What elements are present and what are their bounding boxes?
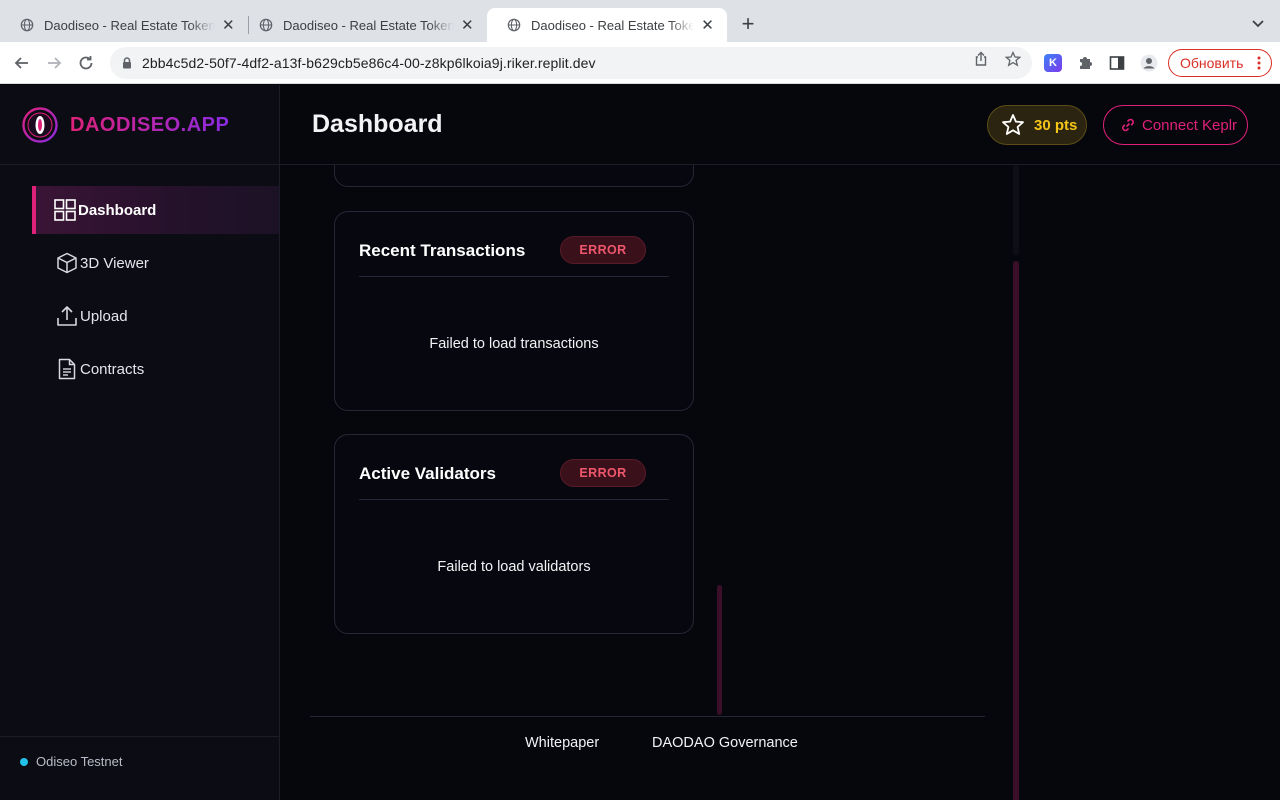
reload-button[interactable] (75, 52, 97, 74)
close-icon[interactable]: ✕ (700, 17, 715, 34)
update-browser-button[interactable]: Обновить (1168, 49, 1272, 77)
network-status: Odiseo Testnet (0, 736, 279, 800)
document-icon (58, 358, 76, 380)
network-label: Odiseo Testnet (36, 754, 123, 769)
close-icon[interactable]: ✕ (460, 17, 476, 34)
keplr-extension-icon[interactable]: K (1044, 54, 1062, 72)
browser-tab-2[interactable]: Daodiseo - Real Estate Tokenization ✕ (239, 8, 487, 42)
browser-tabstrip: Daodiseo - Real Estate Tokenization ✕ Da… (0, 0, 1280, 42)
card-title: Recent Transactions (359, 241, 526, 260)
main-content: Recent Transactions ERROR Failed to load… (280, 165, 1280, 800)
scrollbar-track (1013, 165, 1019, 255)
address-bar[interactable]: 2bb4c5d2-50f7-4df2-a13f-b629cb5e86c4-00-… (110, 47, 1032, 79)
card-title: Active Validators (359, 464, 497, 483)
share-icon[interactable] (973, 51, 989, 67)
update-label: Обновить (1180, 55, 1244, 71)
lock-icon (123, 57, 131, 69)
reload-icon (79, 56, 93, 70)
star-icon[interactable] (1005, 51, 1021, 67)
error-message: Failed to load validators (437, 559, 591, 575)
tab-title: Daodiseo - Real Estate Tokenization (283, 17, 454, 33)
chevron-down-icon[interactable] (1248, 14, 1268, 34)
browser-tab-3-active[interactable]: Daodiseo - Real Estate Tokenization ✕ (487, 8, 727, 42)
browser-tab-1[interactable]: Daodiseo - Real Estate Tokenization ✕ (0, 8, 248, 42)
card-partial-above (334, 165, 694, 187)
upload-icon (57, 306, 77, 326)
close-icon[interactable]: ✕ (221, 17, 237, 34)
globe-icon (259, 18, 273, 32)
network-status-dot (20, 758, 28, 766)
new-tab-button[interactable]: + (736, 13, 760, 36)
connect-keplr-button[interactable]: Connect Keplr (1103, 105, 1248, 145)
footer-link-daodao-governance[interactable]: DAODAO Governance (652, 735, 798, 751)
footer-link-whitepaper[interactable]: Whitepaper (525, 735, 599, 751)
puzzle-icon[interactable] (1077, 55, 1093, 71)
status-badge: ERROR (560, 459, 646, 487)
star-icon (1002, 114, 1024, 135)
active-validators-card: Active Validators ERROR Failed to load v… (334, 434, 694, 634)
side-panel-icon[interactable] (1109, 55, 1125, 71)
top-header: Dashboard 30 pts Connect Keplr (280, 85, 1280, 165)
sidebar-item-label: Dashboard (78, 201, 157, 219)
sidebar: DAODISEO.APP Dashboard 3D Viewer Upload … (0, 85, 280, 800)
sidebar-item-upload[interactable]: Upload (32, 292, 279, 340)
page-scrollbar-thumb[interactable] (1013, 261, 1019, 800)
cube-icon (57, 252, 77, 274)
grid-icon (54, 199, 76, 221)
footer-divider (310, 716, 985, 717)
error-message: Failed to load transactions (429, 336, 599, 352)
url-text: 2bb4c5d2-50f7-4df2-a13f-b629cb5e86c4-00-… (142, 55, 596, 71)
tab-title: Daodiseo - Real Estate Tokenization (44, 17, 215, 33)
kebab-menu-icon (1257, 56, 1261, 70)
sidebar-item-3d-viewer[interactable]: 3D Viewer (32, 239, 279, 287)
globe-icon (507, 18, 521, 32)
globe-icon (20, 18, 34, 32)
brand[interactable]: DAODISEO.APP (0, 85, 279, 165)
sidebar-item-contracts[interactable]: Contracts (32, 345, 279, 393)
forward-button[interactable] (43, 52, 65, 74)
recent-transactions-card: Recent Transactions ERROR Failed to load… (334, 211, 694, 411)
browser-toolbar: 2bb4c5d2-50f7-4df2-a13f-b629cb5e86c4-00-… (0, 42, 1280, 84)
sidebar-item-dashboard[interactable]: Dashboard (32, 186, 279, 234)
connect-label: Connect Keplr (1142, 116, 1238, 134)
status-badge: ERROR (560, 236, 646, 264)
arrow-right-icon (48, 57, 62, 69)
sidebar-item-label: 3D Viewer (80, 254, 149, 272)
inner-scrollbar-thumb[interactable] (717, 585, 722, 715)
page-title: Dashboard (312, 110, 443, 138)
sidebar-item-label: Contracts (80, 360, 145, 378)
link-icon (1122, 118, 1134, 132)
points-badge[interactable]: 30 pts (987, 105, 1087, 145)
daodiseo-logo-icon (22, 107, 58, 143)
back-button[interactable] (11, 52, 33, 74)
profile-avatar-icon[interactable] (1140, 54, 1158, 72)
sidebar-item-label: Upload (80, 307, 128, 325)
arrow-left-icon (14, 57, 28, 69)
brand-name: DAODISEO.APP (70, 114, 230, 136)
points-value: 30 pts (1034, 116, 1078, 134)
tab-title: Daodiseo - Real Estate Tokenization (531, 17, 695, 33)
